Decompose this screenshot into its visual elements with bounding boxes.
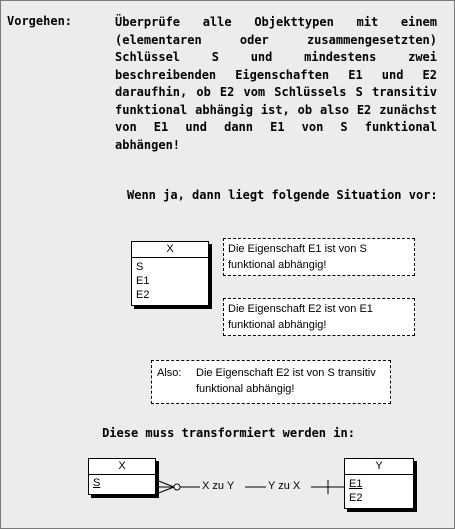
relationship-connector <box>155 479 344 495</box>
figure-panel: Vorgehen: Überprüfe alle Objekttypen mit… <box>0 0 455 529</box>
role-label-x-zu-y: X zu Y <box>202 480 235 492</box>
crows-foot-bottom <box>155 486 175 495</box>
crows-foot-top <box>155 479 175 488</box>
role-label-y-zu-x: Y zu X <box>268 480 301 492</box>
optional-circle-icon <box>173 483 181 491</box>
